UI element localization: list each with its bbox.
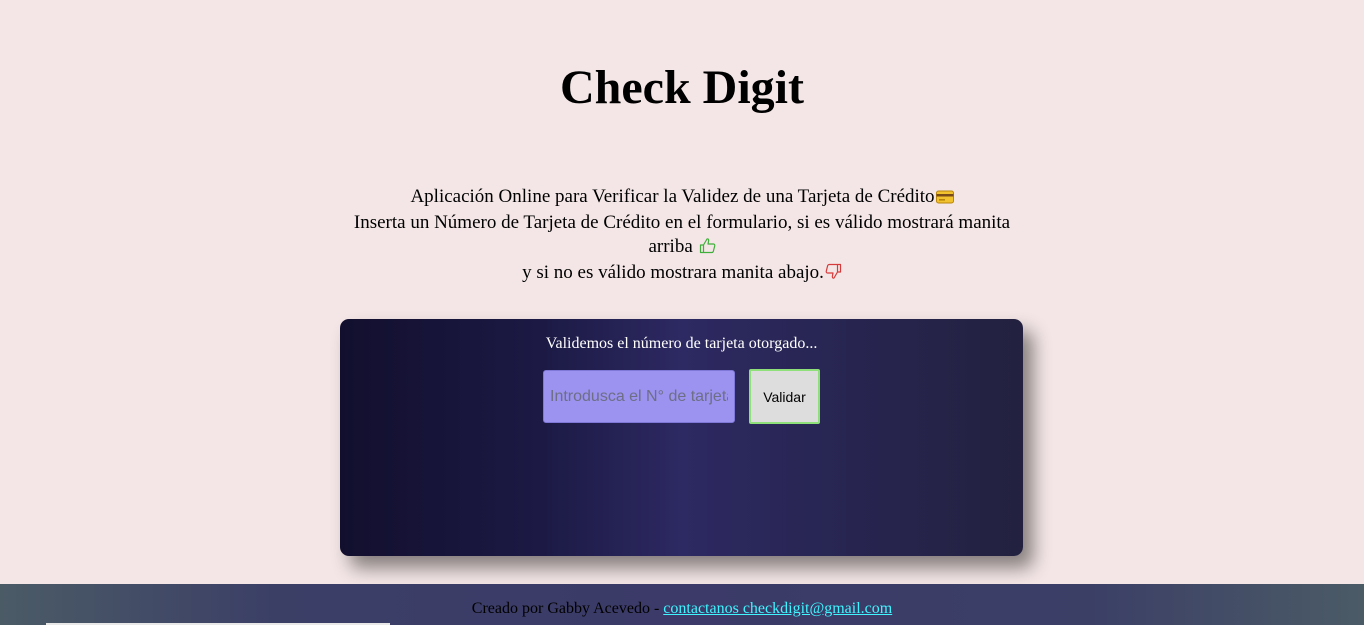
- contact-link[interactable]: contactanos checkdigit@gmail.com: [663, 600, 892, 617]
- card-number-input[interactable]: [543, 370, 735, 423]
- page-title: Check Digit: [560, 61, 804, 114]
- thumbs-down-icon: [825, 263, 842, 287]
- intro-line-1: Aplicación Online para Verificar la Vali…: [410, 186, 935, 207]
- footer: Creado por Gabby Acevedo - contactanos c…: [0, 584, 1364, 625]
- intro-text: Aplicación Online para Verificar la Vali…: [352, 185, 1012, 287]
- form-heading: Validemos el número de tarjeta otorgado.…: [545, 335, 818, 352]
- credit-card-icon: [935, 187, 954, 211]
- validate-button[interactable]: Validar: [749, 369, 820, 424]
- validation-card: Validemos el número de tarjeta otorgado.…: [340, 319, 1023, 556]
- intro-line-2: Inserta un Número de Tarjeta de Crédito …: [353, 212, 1011, 257]
- footer-credit: Creado por Gabby Acevedo -: [471, 600, 664, 617]
- intro-line-3: y si no es válido mostrara manita abajo.: [522, 262, 824, 283]
- thumbs-up-icon: [699, 237, 716, 261]
